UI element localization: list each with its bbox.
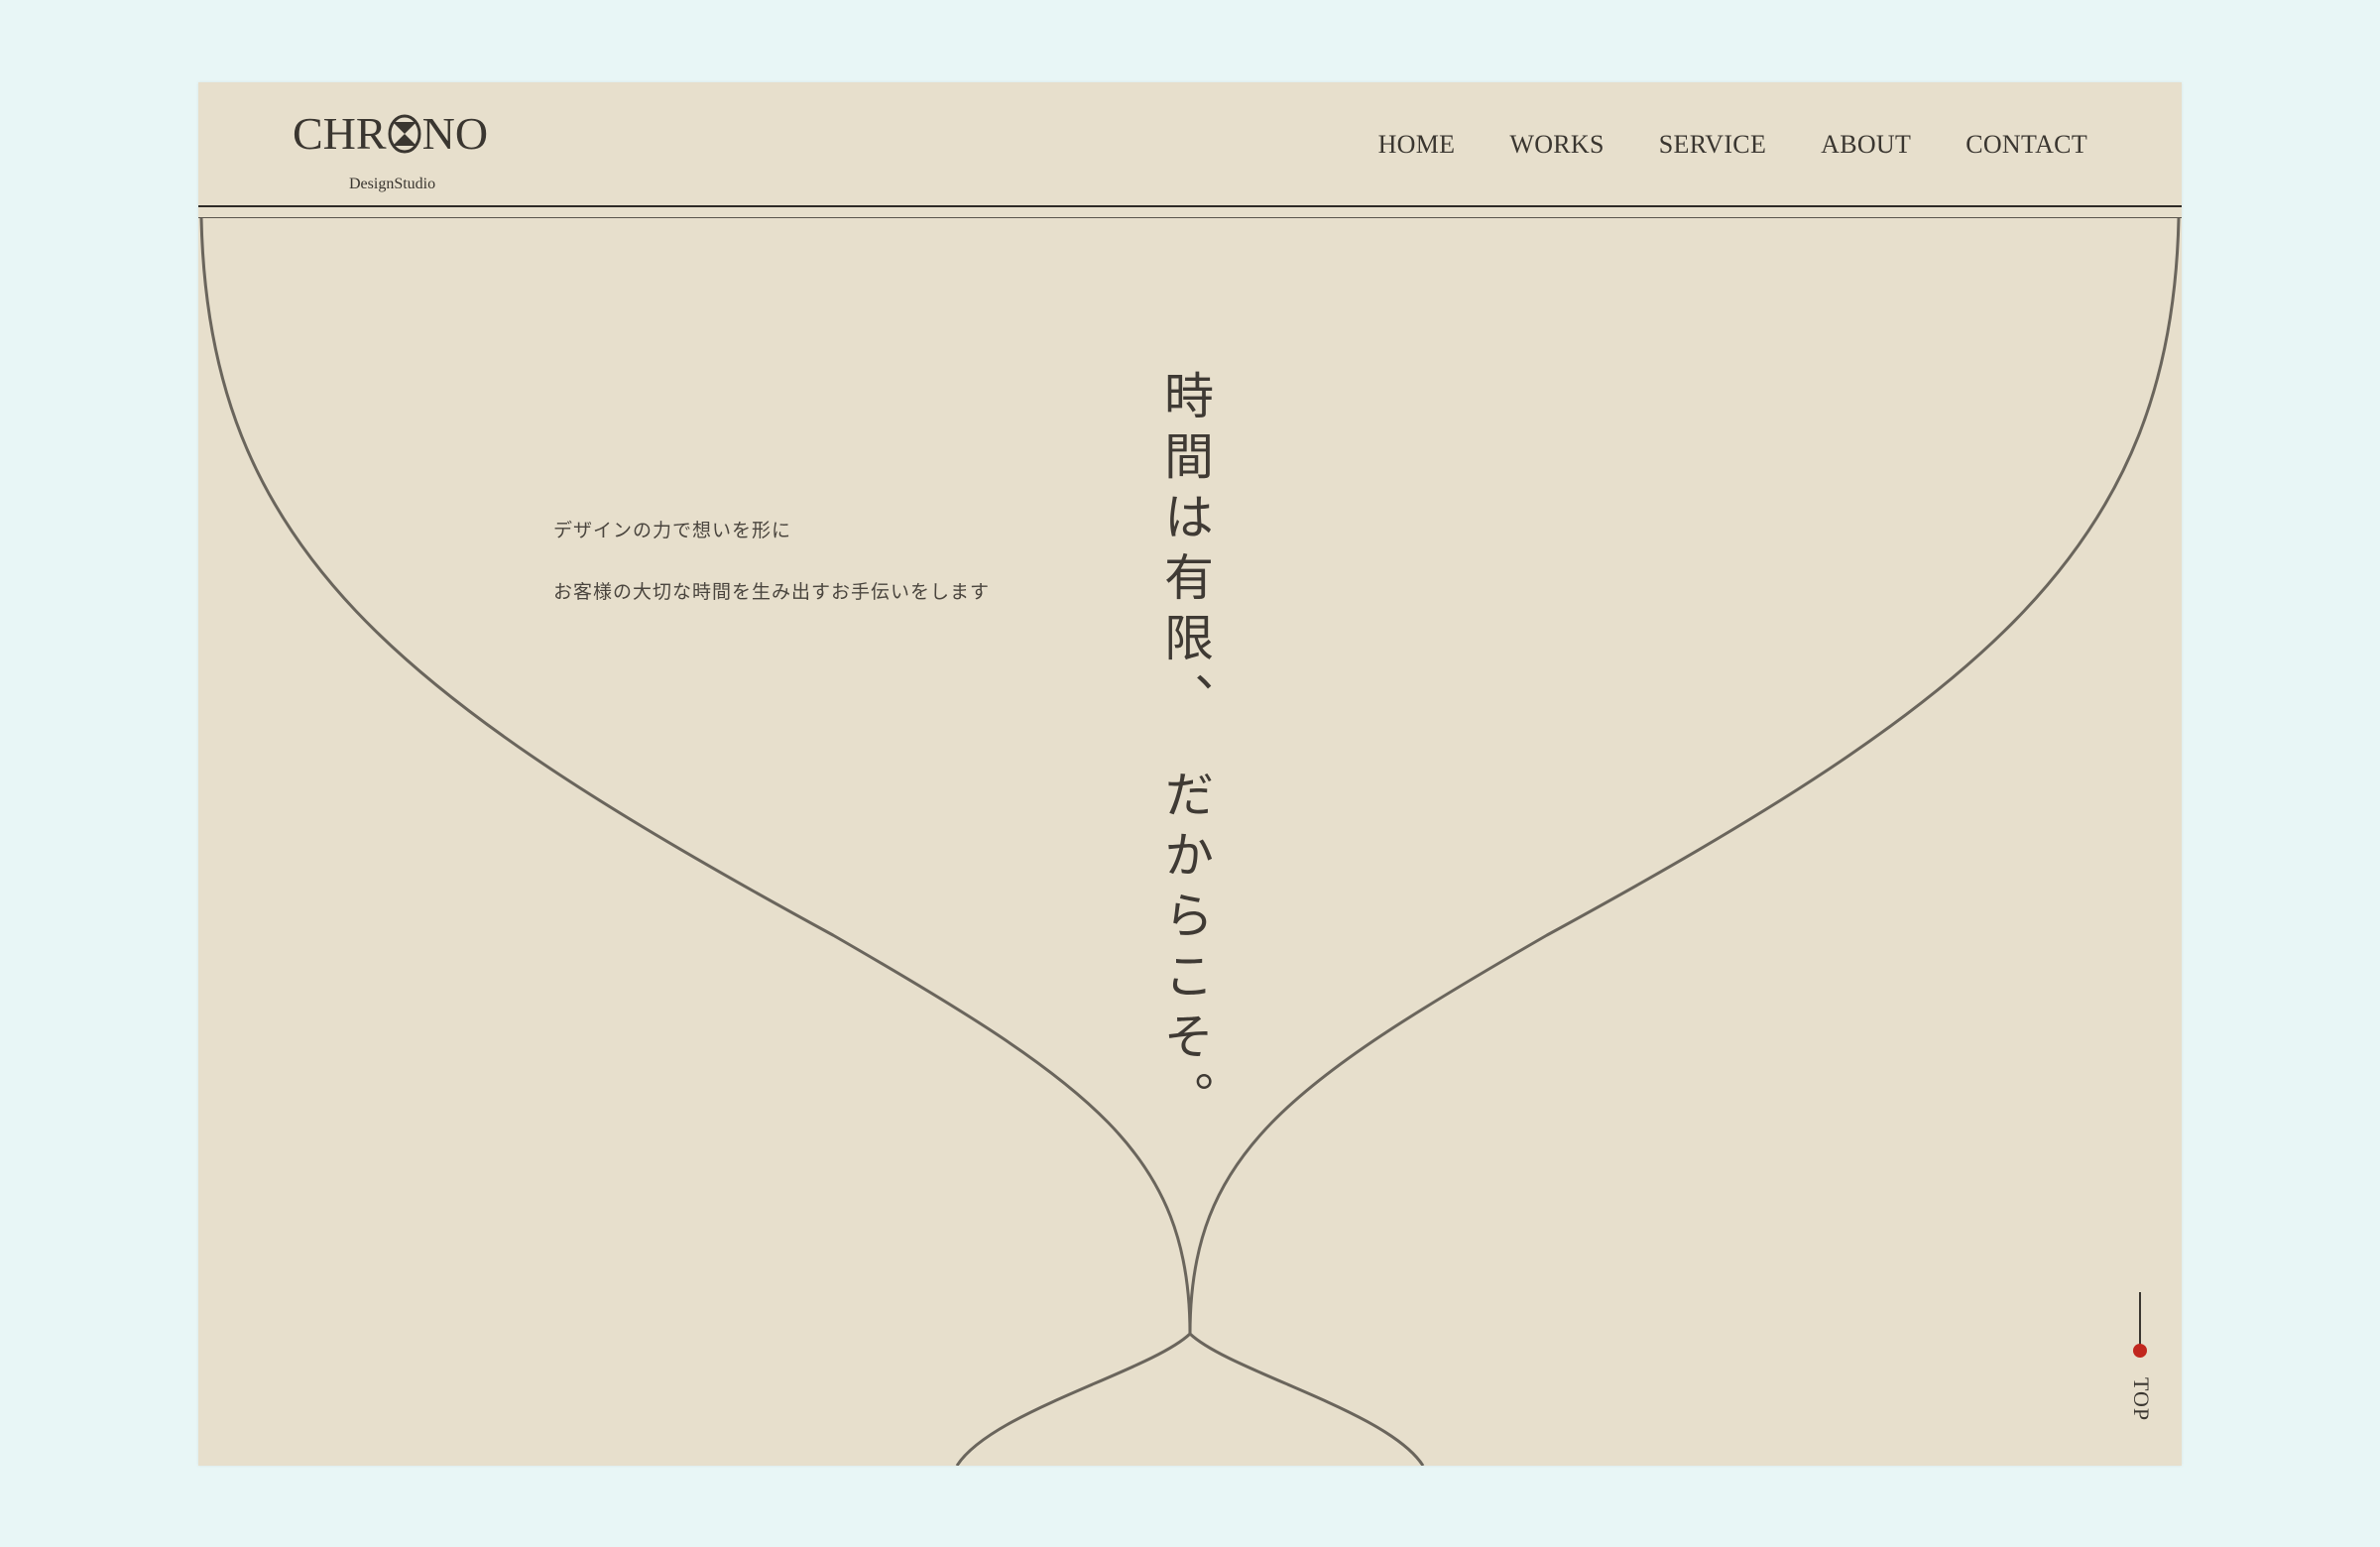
hero-lead-line-1: デザインの力で想いを形に	[553, 520, 792, 541]
back-to-top-button[interactable]: TOP	[2125, 1292, 2155, 1431]
logo-subtitle: DesignStudio	[349, 176, 436, 192]
back-to-top-label: TOP	[2129, 1377, 2154, 1422]
nav-works[interactable]: WORKS	[1509, 130, 1604, 160]
hourglass-right-curve	[1188, 217, 2181, 1335]
hourglass-bottom-left-curve	[955, 1332, 1192, 1466]
logo-text-suffix: NO	[421, 108, 489, 159]
header-divider-thin	[198, 217, 2182, 218]
hero-lead-text: デザインの力で想いを形に お客様の大切な時間を生み出すお手伝いをします	[553, 519, 990, 642]
logo[interactable]: CHR NO DesignStudio	[293, 106, 511, 192]
hourglass-icon	[388, 114, 421, 154]
nav-home[interactable]: HOME	[1378, 130, 1456, 160]
site-frame: CHR NO DesignStudio HOME WORKS SERVICE A…	[198, 82, 2182, 1466]
nav-about[interactable]: ABOUT	[1821, 130, 1911, 160]
logo-wordmark: CHR NO	[293, 106, 488, 162]
hourglass-bottom-right-curve	[1188, 1332, 1425, 1466]
hero-tagline: 時間は有限、 だからこそ。	[1156, 370, 1214, 1131]
nav-contact[interactable]: CONTACT	[1965, 130, 2087, 160]
hourglass-left-curve	[199, 217, 1192, 1335]
hero-lead-line-2: お客様の大切な時間を生み出すお手伝いをします	[553, 581, 991, 603]
nav-service[interactable]: SERVICE	[1659, 130, 1766, 160]
main-nav: HOME WORKS SERVICE ABOUT CONTACT	[1324, 130, 2087, 160]
back-to-top-line	[2139, 1292, 2141, 1350]
site-header: CHR NO DesignStudio HOME WORKS SERVICE A…	[198, 82, 2182, 218]
logo-text-prefix: CHR	[293, 108, 387, 159]
header-divider	[198, 205, 2182, 207]
back-to-top-dot-icon	[2133, 1344, 2147, 1358]
